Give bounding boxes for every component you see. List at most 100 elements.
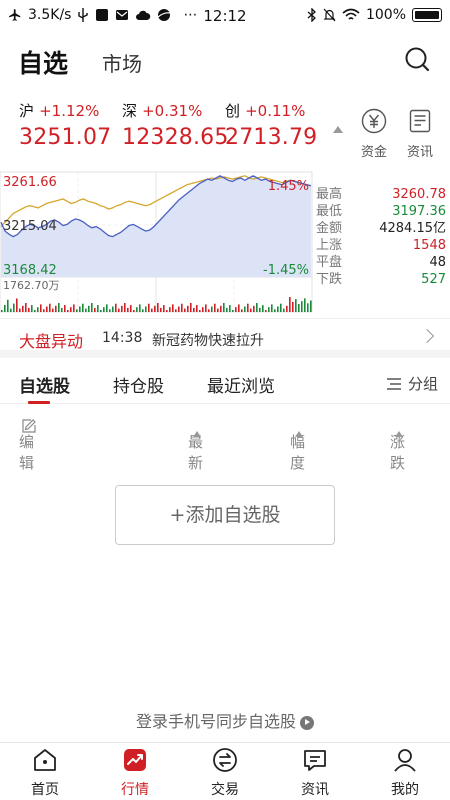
- volume-bar: [82, 303, 84, 312]
- stat-high: 最高 3260.78: [316, 186, 446, 203]
- volume-bar: [292, 301, 294, 312]
- volume-bar: [307, 303, 309, 312]
- tab-my-stocks[interactable]: 自选股: [19, 372, 70, 397]
- volume-bar: [88, 305, 90, 312]
- pct-high-label: 1.45%: [268, 179, 309, 194]
- volume-bar: [151, 308, 153, 312]
- nav-trade[interactable]: 交易: [180, 747, 270, 799]
- volume-bar: [148, 303, 150, 312]
- message-icon: [304, 750, 326, 771]
- group-button[interactable]: 分组: [386, 373, 438, 394]
- volume-bar: [223, 303, 225, 312]
- volume-bar: [85, 308, 87, 312]
- index-chinext[interactable]: 创 +0.11% 2713.79: [225, 100, 317, 150]
- volume-bar: [49, 303, 51, 312]
- collapse-triangle-icon[interactable]: [333, 126, 343, 133]
- volume-bar: [145, 306, 147, 312]
- volume-bar: [136, 307, 138, 312]
- nav-label: 资讯: [301, 782, 329, 798]
- volume-bar: [253, 305, 255, 312]
- volume-bar: [211, 306, 213, 312]
- volume-bar: [286, 305, 288, 312]
- yuan-coin-icon: [361, 108, 387, 134]
- col-range: 幅度: [290, 433, 306, 472]
- volume-bar: [13, 303, 15, 312]
- index-change: +0.11%: [245, 102, 306, 120]
- volume-bar: [34, 310, 36, 312]
- index-shenzhen[interactable]: 深 +0.31% 12328.65: [122, 100, 229, 150]
- battery-icon: [412, 8, 442, 22]
- volume-bar: [178, 306, 180, 312]
- login-sync-tip[interactable]: 登录手机号同步自选股: [0, 708, 450, 732]
- stat-label: 最低: [316, 204, 343, 219]
- news-button[interactable]: 资讯: [399, 108, 441, 160]
- volume-bar: [124, 303, 126, 312]
- edit-button[interactable]: 编辑: [19, 418, 36, 472]
- market-alert-bar[interactable]: 大盘异动 14:38 新冠药物快速拉升: [0, 318, 450, 358]
- stat-value: 48: [429, 255, 446, 270]
- volume-bar: [127, 307, 129, 312]
- volume-bar: [232, 310, 234, 312]
- volume-bar: [139, 304, 141, 312]
- stat-label: 金额: [316, 221, 343, 236]
- tab-recent[interactable]: 最近浏览: [207, 372, 275, 397]
- nav-home[interactable]: 首页: [0, 747, 90, 799]
- funds-button[interactable]: 资金: [353, 108, 395, 160]
- tab-watchlist[interactable]: 自选: [18, 44, 68, 80]
- news-label: 资讯: [406, 145, 433, 160]
- volume-bar: [70, 307, 72, 312]
- nav-label: 交易: [211, 782, 239, 798]
- volume-bar: [310, 300, 312, 312]
- volume-bar: [31, 305, 33, 312]
- volume-bar: [58, 303, 60, 312]
- volume-bar: [301, 301, 303, 312]
- tab-holdings[interactable]: 持仓股: [113, 372, 164, 397]
- volume-bar: [94, 307, 96, 312]
- home-icon: [34, 749, 56, 771]
- volume-bar: [19, 308, 21, 312]
- volume-bar: [226, 307, 228, 312]
- volume-bar: [304, 298, 306, 312]
- nav-market[interactable]: 行情: [90, 747, 180, 799]
- stat-value: 3260.78: [392, 187, 446, 202]
- user-icon: [394, 749, 416, 772]
- volume-bar: [130, 305, 132, 312]
- status-right: 100%: [307, 7, 442, 23]
- add-stock-button[interactable]: +添加自选股: [115, 485, 335, 545]
- volume-bar: [175, 309, 177, 312]
- exchange-icon: [213, 748, 237, 772]
- nav-profile[interactable]: 我的: [360, 747, 450, 799]
- chevron-right-icon: [419, 328, 435, 344]
- tab-market[interactable]: 市场: [102, 48, 142, 77]
- volume-bar: [67, 310, 69, 312]
- stat-unchanged: 平盘 48: [316, 254, 446, 271]
- alert-text: 新冠药物快速拉升: [152, 333, 264, 349]
- volume-bar: [1, 310, 3, 312]
- volume-bar: [154, 305, 156, 312]
- volume-bar: [73, 304, 75, 312]
- search-icon[interactable]: [404, 46, 430, 72]
- volume-bar: [277, 306, 279, 312]
- volume-bar: [91, 303, 93, 312]
- index-shanghai[interactable]: 沪 +1.12% 3251.07: [19, 100, 111, 150]
- volume-bar: [274, 309, 276, 312]
- index-value: 3251.07: [19, 125, 112, 150]
- y-high-label: 3261.66: [3, 175, 57, 190]
- volume-bar: [115, 303, 117, 312]
- funds-label: 资金: [360, 145, 387, 160]
- nav-news[interactable]: 资讯: [270, 747, 360, 799]
- document-icon: [409, 109, 431, 133]
- volume-bar: [295, 299, 297, 312]
- volume-bar: [298, 304, 300, 312]
- top-header: 自选 市场: [0, 32, 450, 88]
- volume-bar: [109, 309, 111, 312]
- volume-bar: [103, 307, 105, 312]
- volume-bar: [280, 303, 282, 312]
- volume-bar: [97, 305, 99, 312]
- y-low-label: 3168.42: [3, 263, 57, 278]
- volume-bar: [106, 304, 108, 312]
- volume-bar: [52, 308, 54, 312]
- volume-bar: [55, 305, 57, 312]
- volume-bar: [25, 303, 27, 312]
- volume-bar: [229, 305, 231, 312]
